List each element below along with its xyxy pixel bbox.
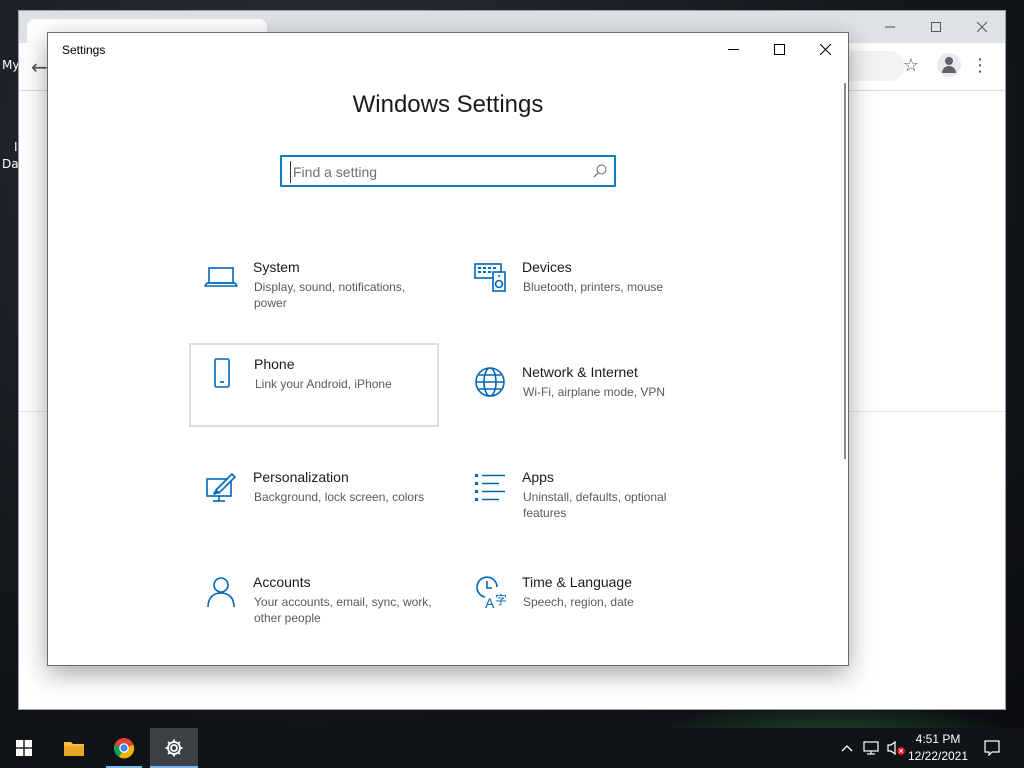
- minimize-button[interactable]: [710, 33, 756, 65]
- search-icon[interactable]: [592, 163, 608, 179]
- start-button[interactable]: [0, 728, 48, 768]
- tile-title: Personalization: [253, 469, 349, 485]
- taskbar-file-explorer[interactable]: [50, 728, 98, 768]
- bookmark-star-icon[interactable]: ☆: [903, 55, 919, 76]
- back-arrow-icon[interactable]: ←: [31, 55, 48, 79]
- time-language-icon: A 字: [476, 576, 507, 609]
- tile-personalization[interactable]: Personalization Background, lock screen,…: [189, 457, 439, 541]
- clock-date: 12/22/2021: [907, 749, 969, 763]
- tile-description: Background, lock screen, colors: [254, 490, 425, 504]
- globe-icon: [475, 367, 505, 397]
- tile-title: Network & Internet: [522, 364, 638, 380]
- taskbar-chrome[interactable]: [100, 728, 148, 768]
- settings-window: Settings Windows Settings System Disp: [47, 32, 849, 666]
- maximize-icon[interactable]: [913, 11, 959, 43]
- clock-time: 4:51 PM: [915, 732, 961, 746]
- windows-logo-icon: [16, 740, 32, 756]
- chrome-window-controls: [867, 11, 1005, 43]
- show-hidden-icons[interactable]: [838, 728, 856, 768]
- minimize-icon: [727, 48, 739, 50]
- tile-title: Apps: [522, 469, 554, 485]
- tile-description: Bluetooth, printers, mouse: [523, 280, 664, 294]
- tile-accounts[interactable]: Accounts Your accounts, email, sync, wor…: [189, 562, 439, 646]
- svg-text:字: 字: [495, 592, 507, 607]
- search-box[interactable]: [280, 155, 616, 187]
- search-input[interactable]: [290, 161, 580, 183]
- window-title: Settings: [62, 43, 106, 57]
- close-icon: [819, 43, 831, 55]
- window-controls: [710, 33, 848, 65]
- notification-icon: [984, 740, 1000, 756]
- profile-avatar-icon[interactable]: [937, 53, 961, 77]
- tile-title: Accounts: [253, 574, 311, 590]
- maximize-icon: [773, 43, 785, 55]
- scrollbar[interactable]: [844, 83, 846, 459]
- tile-description: Speech, region, date: [523, 595, 634, 609]
- tile-network-internet[interactable]: Network & Internet Wi-Fi, airplane mode,…: [458, 352, 708, 436]
- tile-title: Phone: [254, 356, 295, 372]
- tile-description: Display, sound, notifications, power: [254, 280, 406, 310]
- maximize-button[interactable]: [756, 33, 802, 65]
- taskbar: 4:51 PM 12/22/2021: [0, 728, 1024, 768]
- volume-status[interactable]: [884, 728, 908, 768]
- chrome-icon: [113, 738, 135, 759]
- network-icon: [863, 741, 879, 755]
- tile-description: Uninstall, defaults, optional features: [523, 490, 667, 520]
- tile-system[interactable]: System Display, sound, notifications, po…: [189, 247, 439, 331]
- tile-apps[interactable]: Apps Uninstall, defaults, optional featu…: [458, 457, 708, 541]
- chevron-up-icon: [841, 745, 853, 752]
- taskbar-settings[interactable]: [150, 728, 198, 768]
- tile-description: Your accounts, email, sync, work, other …: [254, 595, 432, 625]
- tile-title: Devices: [522, 259, 572, 275]
- action-center[interactable]: [980, 728, 1004, 768]
- svg-text:A: A: [485, 595, 495, 609]
- kebab-menu-icon[interactable]: ⋮: [971, 55, 989, 76]
- tile-title: Time & Language: [522, 574, 632, 590]
- tile-devices[interactable]: Devices Bluetooth, printers, mouse: [458, 247, 708, 331]
- tile-time-language[interactable]: A 字 Time & Language Speech, region, date: [458, 562, 708, 646]
- tile-title: System: [253, 259, 300, 275]
- title-bar[interactable]: Settings: [48, 33, 848, 67]
- tile-description: Link your Android, iPhone: [255, 377, 392, 391]
- apps-list-icon: [475, 474, 505, 501]
- tile-description: Wi-Fi, airplane mode, VPN: [523, 385, 666, 399]
- tile-phone[interactable]: Phone Link your Android, iPhone: [189, 343, 439, 427]
- network-status[interactable]: [860, 728, 882, 768]
- minimize-icon[interactable]: [867, 11, 913, 43]
- desktop-icon-label-da[interactable]: Da: [2, 157, 19, 171]
- page-title: Windows Settings: [352, 91, 544, 118]
- paint-icon: [206, 472, 237, 502]
- close-button[interactable]: [802, 33, 848, 65]
- laptop-icon: [204, 267, 238, 287]
- gear-icon: [165, 739, 183, 757]
- desktop-icon-label-fragment[interactable]: I: [14, 140, 18, 154]
- folder-icon: [64, 742, 84, 756]
- phone-icon: [214, 358, 230, 388]
- devices-icon: [474, 263, 506, 292]
- speaker-muted-icon: [887, 740, 905, 756]
- person-icon: [207, 577, 235, 608]
- desktop-icon-label-my[interactable]: My: [2, 58, 19, 72]
- taskbar-clock[interactable]: 4:51 PM 12/22/2021: [906, 731, 970, 765]
- close-icon[interactable]: [959, 11, 1005, 43]
